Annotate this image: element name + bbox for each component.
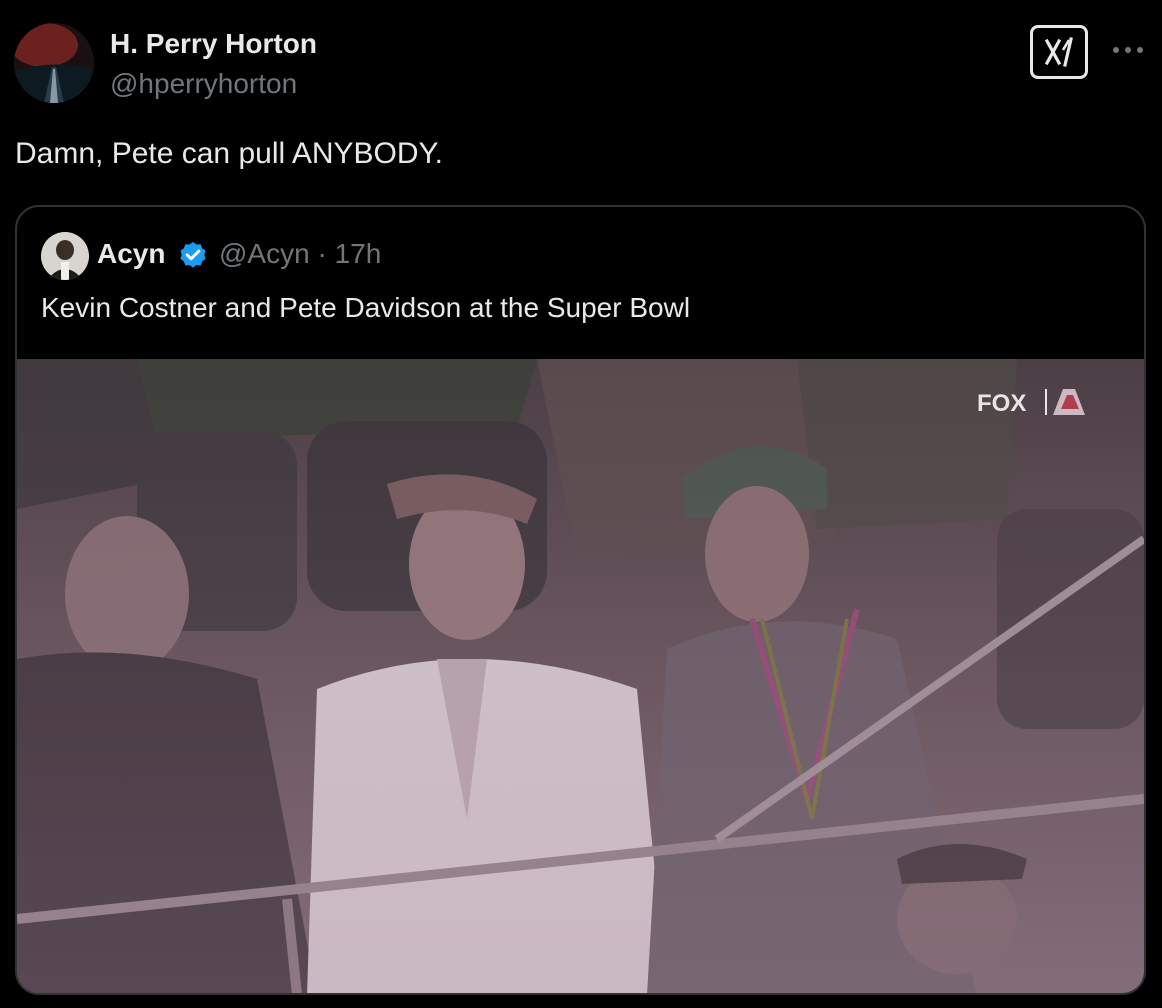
quote-author-handle[interactable]: @Acyn — [219, 238, 310, 269]
meta-separator: · — [317, 238, 327, 269]
stadium-crowd-photo: FOX — [17, 359, 1144, 993]
grok-button[interactable] — [1030, 25, 1088, 79]
more-dots-icon — [1113, 47, 1143, 53]
tweet-page: H. Perry Horton @hperryhorton Damn, Pete… — [0, 0, 1162, 1008]
more-options-button[interactable] — [1110, 30, 1146, 70]
quote-author-avatar[interactable] — [41, 232, 89, 280]
author-name[interactable]: H. Perry Horton — [110, 28, 317, 60]
verified-badge-icon — [180, 242, 206, 268]
author-handle[interactable]: @hperryhorton — [110, 68, 297, 100]
tweet-text: Damn, Pete can pull ANYBODY. — [15, 137, 443, 170]
quote-time[interactable]: 17h — [335, 238, 382, 269]
author-avatar[interactable] — [14, 23, 94, 103]
quote-meta: @Acyn · 17h — [219, 238, 381, 270]
quoted-tweet[interactable]: Acyn @Acyn · 17h Kevin Costner and Pete … — [15, 205, 1146, 995]
quote-media-image[interactable]: FOX — [17, 359, 1144, 993]
quote-text: Kevin Costner and Pete Davidson at the S… — [41, 292, 691, 323]
quote-author-name[interactable]: Acyn — [97, 238, 165, 270]
fox-logo: FOX — [977, 390, 1026, 417]
grok-icon — [1044, 37, 1073, 67]
